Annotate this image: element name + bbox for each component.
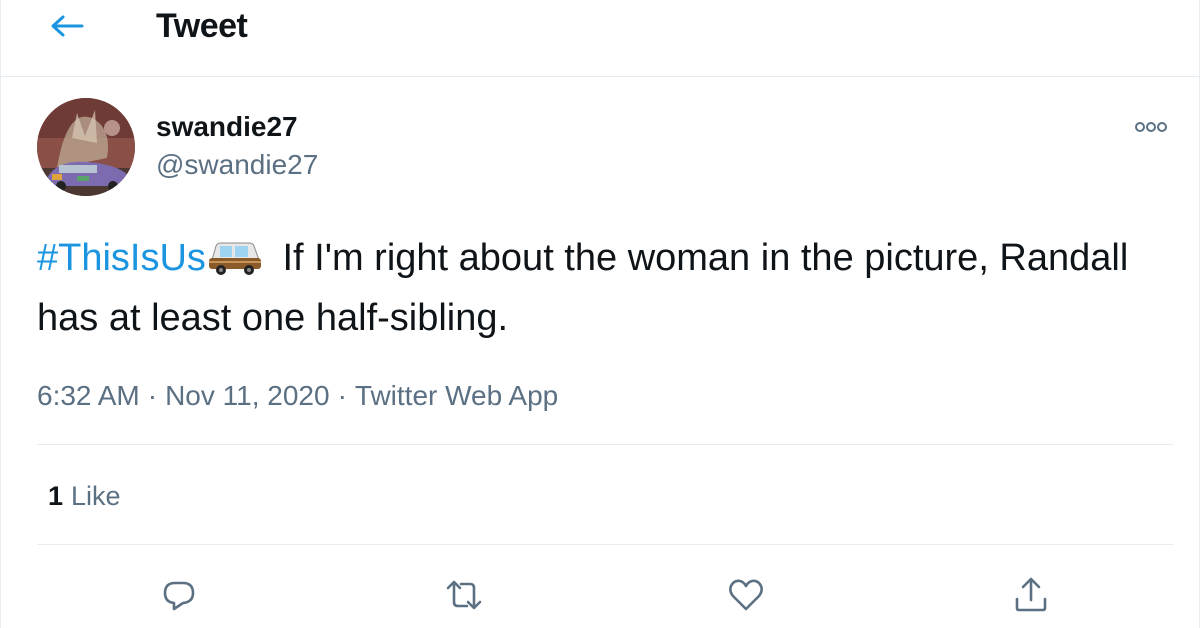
tweet-source[interactable]: Twitter Web App [355, 380, 558, 411]
share-button[interactable] [1006, 570, 1056, 620]
tweet-page: Tweet swandie27 @swandie27 #ThisIsUs If … [0, 0, 1200, 628]
share-icon [1015, 577, 1047, 612]
hashtag-link[interactable]: #ThisIsUs [37, 237, 206, 279]
back-arrow-icon [51, 15, 84, 37]
likes-count: 1 [48, 481, 64, 511]
meta-separator: · [147, 380, 158, 411]
back-button[interactable] [45, 4, 89, 48]
reply-button[interactable] [154, 570, 204, 620]
tweet-time[interactable]: 6:32 AM [37, 380, 140, 411]
more-icon [1135, 122, 1167, 132]
likes-stat[interactable]: 1 Like [48, 476, 121, 516]
tweet-date[interactable]: Nov 11, 2020 [165, 380, 330, 411]
like-button[interactable] [721, 570, 771, 620]
like-icon [729, 579, 763, 611]
retweet-button[interactable] [439, 570, 489, 620]
page-header: Tweet [1, 0, 1199, 77]
divider [37, 544, 1173, 545]
avatar[interactable] [37, 98, 135, 196]
more-options-button[interactable] [1131, 112, 1171, 142]
tweet-meta: 6:32 AM · Nov 11, 2020 · Twitter Web App [37, 376, 558, 416]
avatar-image [37, 98, 135, 196]
author-handle[interactable]: @swandie27 [156, 148, 318, 182]
likes-label: Like [71, 481, 121, 511]
meta-separator: · [337, 380, 347, 411]
car-emoji [208, 242, 261, 275]
retweet-icon [446, 580, 482, 610]
page-title: Tweet [156, 7, 248, 45]
divider [37, 444, 1173, 445]
reply-icon [163, 581, 195, 611]
author-display-name[interactable]: swandie27 [156, 110, 298, 144]
tweet-text: #ThisIsUs If I'm right about the woman i… [37, 228, 1167, 348]
